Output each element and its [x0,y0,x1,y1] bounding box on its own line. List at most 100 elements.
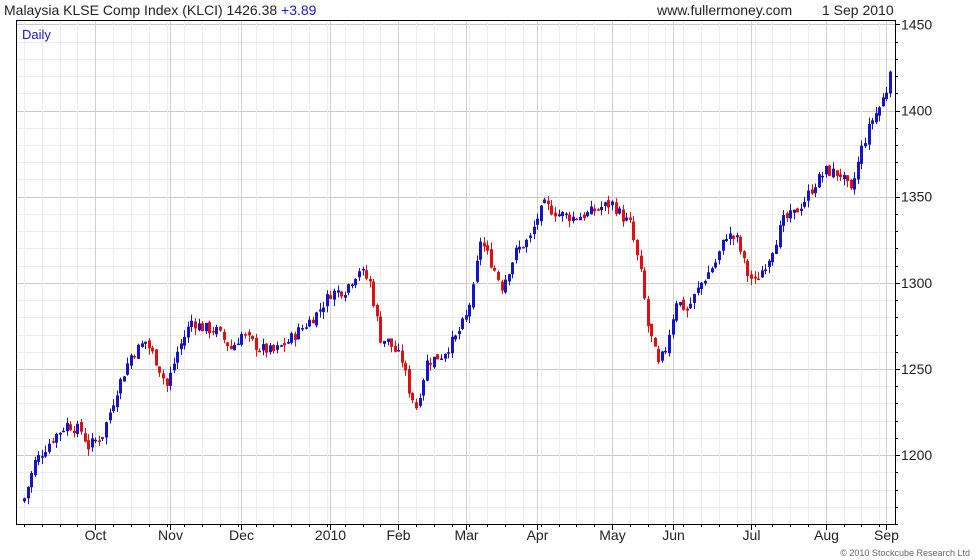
copyright-text: © 2010 Stockcube Research Ltd [840,548,970,558]
candle [130,353,133,370]
candle [558,209,561,217]
candle-body [640,255,643,270]
candle-body [821,175,824,178]
candle [59,432,62,442]
candles [23,70,892,505]
candle-body [757,278,760,281]
candle-body [383,340,386,344]
candle-body [868,124,871,145]
candle [689,297,692,310]
candle [661,350,664,363]
candle-body [465,315,468,320]
candle [761,265,764,278]
candle [476,255,479,284]
candle-body [597,209,600,211]
candle-body [280,345,283,347]
candle [604,201,607,211]
candle-body [34,460,37,476]
candle-body [761,270,764,278]
candle-body [329,295,332,299]
candle [515,244,518,264]
candle [301,324,304,332]
candle-body [126,363,129,375]
candle-body [276,345,279,350]
candle-body [162,373,165,379]
candle [426,354,429,382]
candle-body [501,281,504,291]
candle [173,357,176,374]
candle [87,434,90,456]
candle-body [561,211,564,217]
candle-body [729,233,732,240]
candle [732,235,735,246]
candle [736,232,739,243]
candle-body [743,251,746,259]
candle-body [137,344,140,359]
candle-body [447,352,450,354]
candle-body [230,345,233,349]
candle [754,271,757,284]
candle-body [604,202,607,206]
candle-body [486,245,489,251]
candle [41,449,44,465]
candle [141,340,144,348]
candle-body [319,309,322,312]
candle [811,184,814,196]
candle [105,421,108,445]
candle [237,337,240,346]
candlestick-chart: 1200 1250 1300 1350 1400 1450 Oct Nov Dec 2010 Feb… [16,16,932,543]
candle [305,323,308,330]
candle-body [351,284,354,287]
candle [889,70,892,98]
candle-body [504,279,507,293]
candle-body [654,337,657,347]
candle [333,288,336,307]
candle [44,445,47,458]
candle [144,341,147,350]
candle-body [301,328,304,330]
candle-body [536,218,539,225]
candle-body [533,226,536,235]
candle-body [558,214,561,217]
candle [112,399,115,413]
candle [84,427,87,443]
candle [490,242,493,269]
period-label: Daily [22,27,51,42]
candle-body [169,372,172,386]
candle-body [365,270,368,279]
candle-body [76,423,79,434]
candle-body [625,217,628,221]
candle-body [725,238,728,242]
candle [789,203,792,223]
candle-body [508,274,511,282]
x-tick-label: Jul [743,527,761,543]
candle [133,354,136,360]
candle [779,220,782,249]
candle-body [237,343,240,346]
candle [283,337,286,352]
candle [365,264,368,281]
candle [344,291,347,302]
candle-body [568,214,571,222]
candle-body [689,303,692,309]
candle [572,211,575,224]
candle-body [704,281,707,284]
candle [832,162,835,179]
candle [458,326,461,340]
candle-body [454,335,457,340]
candle-body [782,215,785,226]
candle-body [836,170,839,176]
candle [472,282,475,310]
y-tick-label: 1250 [901,361,932,377]
candle-body [37,455,40,462]
candle-body [358,271,361,278]
candle [447,347,450,359]
candle [479,237,482,266]
candle-body [860,145,863,164]
candle [280,344,283,347]
candle [166,377,169,393]
candle-body [550,205,553,215]
candle-body [326,294,329,307]
candle-body [618,208,621,214]
candle [818,171,821,188]
